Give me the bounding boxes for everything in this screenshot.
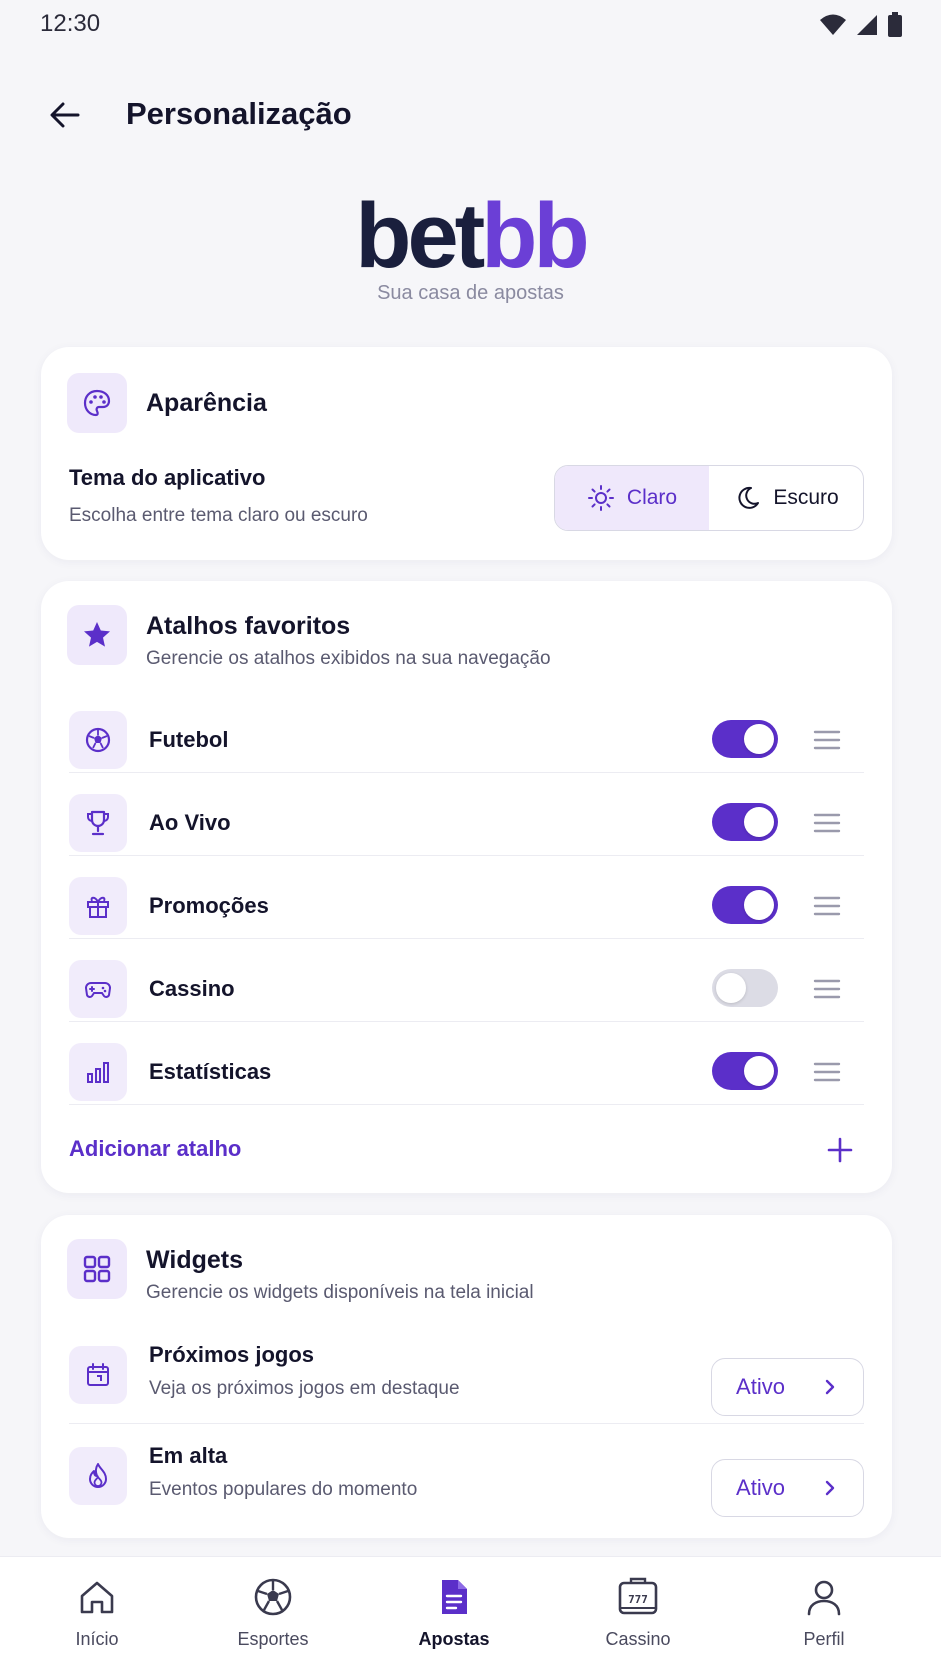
- plus-icon[interactable]: [826, 1136, 854, 1164]
- nav-item-apostas[interactable]: Apostas: [384, 1575, 524, 1650]
- widgets-card: Widgets Gerencie os widgets disponíveis …: [41, 1215, 892, 1538]
- nav-label: Esportes: [237, 1629, 309, 1649]
- svg-text:777: 777: [628, 1593, 648, 1606]
- widget-title: Em alta: [149, 1443, 228, 1468]
- appearance-card: Aparência Tema do aplicativo Escolha ent…: [41, 347, 892, 560]
- star-icon: [67, 605, 127, 665]
- nav-item-perfil[interactable]: Perfil: [754, 1575, 894, 1650]
- status-time: 12:30: [40, 10, 101, 37]
- bottom-navigation: Início Esportes Apostas 777 Cassino Perf…: [0, 1556, 941, 1672]
- drag-handle-icon[interactable]: [812, 725, 842, 755]
- grid-icon: [67, 1239, 127, 1299]
- moon-icon: [738, 486, 760, 509]
- drag-handle-icon[interactable]: [812, 808, 842, 838]
- shortcut-toggle-estatisticas[interactable]: [712, 1052, 778, 1090]
- shortcut-label: Cassino: [149, 976, 235, 1001]
- palette-icon: [67, 373, 127, 433]
- shortcut-toggle-futebol[interactable]: [712, 720, 778, 758]
- logo-tagline: Sua casa de apostas: [377, 282, 564, 304]
- widget-row-em-alta: Em alta Eventos populares do momento Ati…: [69, 1443, 864, 1537]
- home-icon: [80, 1581, 114, 1614]
- trophy-icon: [69, 794, 127, 852]
- drag-handle-icon[interactable]: [812, 974, 842, 1004]
- divider: [69, 772, 864, 773]
- widget-title: Próximos jogos: [149, 1342, 315, 1367]
- widget-row-proximos-jogos: Próximos jogos Veja os próximos jogos em…: [69, 1342, 864, 1436]
- appearance-title: Aparência: [146, 389, 267, 417]
- nav-label: Apostas: [418, 1629, 490, 1649]
- gamepad-icon: [69, 960, 127, 1018]
- shortcut-label: Futebol: [149, 727, 229, 752]
- shortcut-label: Ao Vivo: [149, 810, 231, 835]
- gift-icon: [69, 877, 127, 935]
- user-icon: [807, 1580, 841, 1616]
- drag-handle-icon[interactable]: [812, 1057, 842, 1087]
- sun-icon: [587, 485, 614, 511]
- nav-label: Início: [75, 1629, 119, 1649]
- soccer-ball-icon: [254, 1578, 292, 1616]
- nav-item-esportes[interactable]: Esportes: [203, 1575, 343, 1650]
- shortcut-toggle-ao-vivo[interactable]: [712, 803, 778, 841]
- soccer-ball-icon: [69, 711, 127, 769]
- widget-status-button[interactable]: Ativo: [711, 1358, 864, 1416]
- slot-machine-icon: 777: [618, 1577, 658, 1615]
- divider: [69, 938, 864, 939]
- page-title: Personalização: [126, 96, 352, 131]
- chevron-right-icon: [825, 1480, 835, 1496]
- status-bar: 12:30: [0, 0, 941, 50]
- calendar-icon: [69, 1346, 127, 1404]
- divider: [69, 1104, 864, 1105]
- widget-description: Veja os próximos jogos em destaque: [149, 1378, 460, 1399]
- nav-label: Perfil: [803, 1629, 845, 1649]
- widget-status-button[interactable]: Ativo: [711, 1459, 864, 1517]
- logo-bb: bb: [481, 185, 589, 287]
- wifi-icon: [820, 14, 846, 35]
- bet-slip-icon: [442, 1580, 467, 1614]
- divider: [69, 1021, 864, 1022]
- logo-bet: bet: [355, 185, 485, 287]
- signal-icon: [857, 15, 877, 35]
- back-button[interactable]: [44, 94, 86, 136]
- drag-handle-icon[interactable]: [812, 891, 842, 921]
- theme-segmented-control: Claro Escuro: [554, 465, 864, 531]
- theme-option-light[interactable]: Claro: [555, 466, 709, 530]
- battery-icon: [888, 12, 902, 37]
- nav-label: Cassino: [605, 1629, 671, 1649]
- widgets-subtitle: Gerencie os widgets disponíveis na tela …: [146, 1282, 534, 1303]
- status-icons: [819, 12, 903, 38]
- divider: [69, 1423, 864, 1424]
- shortcut-toggle-cassino[interactable]: [712, 969, 778, 1007]
- theme-option-light-label: Claro: [626, 486, 678, 509]
- brand-logo: betbb Sua casa de apostas: [0, 190, 941, 305]
- theme-label: Tema do aplicativo: [69, 465, 266, 490]
- nav-item-inicio[interactable]: Início: [27, 1575, 167, 1650]
- shortcuts-title: Atalhos favoritos: [146, 612, 351, 640]
- chevron-right-icon: [825, 1379, 835, 1395]
- widget-description: Eventos populares do momento: [149, 1479, 418, 1500]
- bar-chart-icon: [69, 1043, 127, 1101]
- widget-status-label: Ativo: [736, 1374, 785, 1399]
- header: Personalização: [0, 80, 941, 150]
- widgets-title: Widgets: [146, 1246, 243, 1274]
- flame-icon: [69, 1447, 127, 1505]
- theme-option-dark-label: Escuro: [773, 486, 839, 509]
- widget-status-label: Ativo: [736, 1475, 785, 1500]
- divider: [69, 855, 864, 856]
- shortcut-toggle-promocoes[interactable]: [712, 886, 778, 924]
- shortcut-label: Promoções: [149, 893, 269, 918]
- theme-option-dark[interactable]: Escuro: [709, 466, 863, 530]
- add-shortcut-link[interactable]: Adicionar atalho: [69, 1136, 241, 1162]
- shortcut-label: Estatísticas: [149, 1059, 272, 1084]
- shortcuts-card: Atalhos favoritos Gerencie os atalhos ex…: [41, 581, 892, 1193]
- arrow-left-icon: [50, 102, 80, 128]
- nav-item-cassino[interactable]: 777 Cassino: [568, 1575, 708, 1650]
- theme-description: Escolha entre tema claro ou escuro: [69, 505, 368, 526]
- shortcuts-subtitle: Gerencie os atalhos exibidos na sua nave…: [146, 648, 551, 669]
